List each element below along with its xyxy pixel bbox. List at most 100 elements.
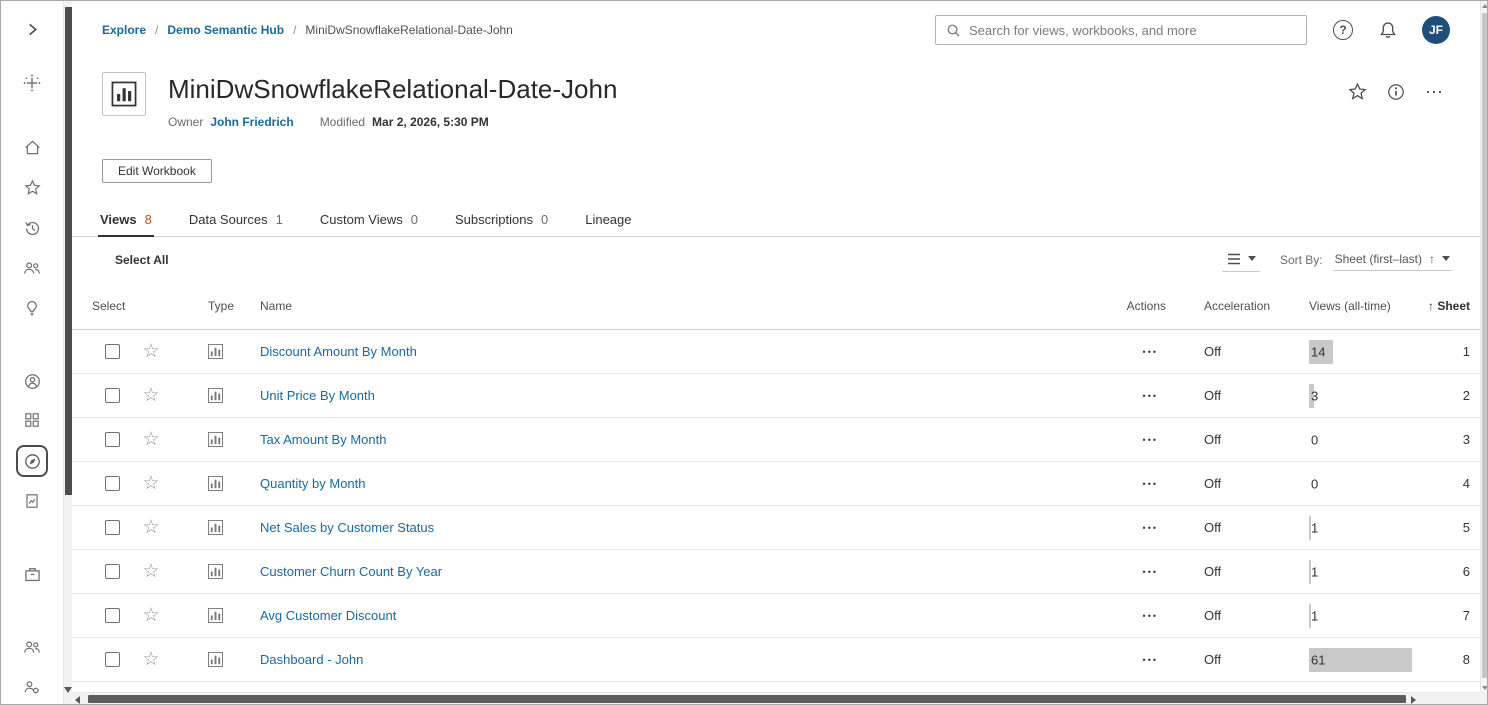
scroll-right-arrow[interactable]	[1411, 696, 1416, 704]
row-actions-button[interactable]: •••	[1143, 347, 1158, 357]
favorite-star-icon[interactable]: ☆	[126, 342, 176, 361]
view-mode-dropdown[interactable]	[1222, 248, 1260, 272]
sort-direction-arrow[interactable]: ↑	[1429, 252, 1435, 266]
view-name-link[interactable]: Discount Amount By Month	[260, 344, 417, 359]
sheet-number: 2	[1402, 388, 1480, 403]
row-checkbox[interactable]	[105, 388, 120, 403]
scroll-left-arrow[interactable]	[75, 696, 80, 704]
tab-subscriptions[interactable]: Subscriptions 0	[453, 212, 550, 236]
row-checkbox[interactable]	[105, 520, 120, 535]
acceleration-status: Off	[1172, 476, 1277, 491]
views-count-cell: 1	[1277, 550, 1402, 593]
views-count: 14	[1311, 344, 1325, 359]
views-count-cell: 61	[1277, 638, 1402, 681]
collections-icon[interactable]	[1, 406, 63, 434]
row-checkbox[interactable]	[105, 432, 120, 447]
workbook-info-icon[interactable]	[1387, 83, 1405, 101]
row-actions-button[interactable]: •••	[1143, 611, 1158, 621]
favorite-workbook-star-icon[interactable]	[1348, 82, 1367, 101]
tab-label: Lineage	[585, 212, 631, 227]
row-actions-button[interactable]: •••	[1143, 523, 1158, 533]
personal-space-icon[interactable]	[1, 367, 63, 395]
home-icon[interactable]	[1, 133, 63, 161]
projects-box-icon[interactable]	[1, 560, 63, 588]
groups-icon[interactable]	[1, 673, 63, 701]
row-actions-button[interactable]: •••	[1143, 655, 1158, 665]
recents-icon[interactable]	[1, 214, 63, 242]
row-actions-button[interactable]: •••	[1143, 391, 1158, 401]
view-name-link[interactable]: Tax Amount By Month	[260, 432, 386, 447]
search-input[interactable]	[969, 23, 1296, 38]
expand-sidebar-chevron-icon[interactable]	[1, 15, 63, 43]
sidebar-scrollbar-thumb[interactable]	[65, 7, 72, 495]
tableau-logo-icon[interactable]	[1, 69, 63, 97]
row-actions-button[interactable]: •••	[1143, 567, 1158, 577]
select-all-link[interactable]: Select All	[115, 253, 169, 267]
row-checkbox[interactable]	[105, 652, 120, 667]
owner-label: Owner	[168, 115, 203, 129]
row-actions-button[interactable]: •••	[1143, 435, 1158, 445]
view-name-link[interactable]: Dashboard - John	[260, 652, 363, 667]
view-name-link[interactable]: Avg Customer Discount	[260, 608, 396, 623]
owner-link[interactable]: John Friedrich	[210, 115, 293, 129]
row-checkbox[interactable]	[105, 476, 120, 491]
favorite-star-icon[interactable]: ☆	[126, 474, 176, 493]
row-checkbox[interactable]	[105, 344, 120, 359]
tableau-workbook-page: Explore / Demo Semantic Hub / MiniDwSnow…	[0, 0, 1488, 705]
column-header-sheet[interactable]: ↑ Sheet	[1402, 299, 1480, 313]
help-icon[interactable]: ?	[1333, 20, 1353, 40]
horizontal-scrollbar[interactable]	[72, 692, 1480, 704]
favorites-star-icon[interactable]	[1, 173, 63, 201]
view-name-link[interactable]: Quantity by Month	[260, 476, 366, 491]
table-row: ☆Dashboard - John•••Off618	[72, 638, 1480, 682]
view-name-link[interactable]: Customer Churn Count By Year	[260, 564, 442, 579]
views-count: 0	[1311, 432, 1318, 447]
recommendations-lightbulb-icon[interactable]	[1, 294, 63, 322]
favorite-star-icon[interactable]: ☆	[126, 562, 176, 581]
shared-with-me-icon[interactable]	[1, 254, 63, 282]
tab-data-sources[interactable]: Data Sources 1	[187, 212, 285, 236]
chevron-down-icon	[1248, 256, 1256, 261]
view-name-link[interactable]: Net Sales by Customer Status	[260, 520, 434, 535]
column-header-views[interactable]: Views (all-time)	[1277, 282, 1402, 329]
avatar[interactable]: JF	[1422, 16, 1450, 44]
tab-lineage[interactable]: Lineage	[583, 212, 641, 236]
tab-custom-views[interactable]: Custom Views 0	[318, 212, 420, 236]
notifications-bell-icon[interactable]	[1379, 21, 1397, 39]
tab-count: 1	[276, 212, 283, 227]
tab-views[interactable]: Views 8	[98, 212, 154, 236]
favorite-star-icon[interactable]: ☆	[126, 650, 176, 669]
favorite-star-icon[interactable]: ☆	[126, 606, 176, 625]
view-name-link[interactable]: Unit Price By Month	[260, 388, 375, 403]
favorite-star-icon[interactable]: ☆	[126, 518, 176, 537]
vertical-scrollbar[interactable]	[1480, 1, 1487, 692]
views-count: 3	[1311, 388, 1318, 403]
edit-workbook-button[interactable]: Edit Workbook	[102, 159, 212, 183]
horizontal-scrollbar-thumb[interactable]	[88, 695, 1406, 703]
explore-compass-icon[interactable]	[16, 445, 48, 477]
modified-label: Modified	[320, 115, 365, 129]
breadcrumb-project-link[interactable]: Demo Semantic Hub	[167, 23, 284, 37]
column-header-actions: Actions	[1082, 299, 1172, 313]
table-row: ☆Customer Churn Count By Year•••Off16	[72, 550, 1480, 594]
users-icon[interactable]	[1, 633, 63, 661]
global-search[interactable]	[935, 15, 1307, 45]
workbook-more-actions-button[interactable]: ⋯	[1425, 87, 1444, 97]
sidebar-scroll-down-arrow[interactable]	[64, 687, 72, 693]
scroll-down-arrow[interactable]	[1482, 686, 1488, 690]
favorite-star-icon[interactable]: ☆	[126, 430, 176, 449]
sidebar-scrollbar[interactable]	[63, 1, 72, 704]
views-count-cell: 1	[1277, 594, 1402, 637]
row-actions-button[interactable]: •••	[1143, 479, 1158, 489]
list-view-icon	[1226, 251, 1242, 267]
row-checkbox[interactable]	[105, 608, 120, 623]
favorite-star-icon[interactable]: ☆	[126, 386, 176, 405]
row-checkbox[interactable]	[105, 564, 120, 579]
external-assets-icon[interactable]	[1, 487, 63, 515]
scroll-up-arrow[interactable]	[1482, 4, 1488, 8]
breadcrumb-explore-link[interactable]: Explore	[102, 23, 146, 37]
vertical-scrollbar-thumb[interactable]	[1482, 13, 1487, 678]
workbook-actions: ⋯	[1348, 72, 1444, 101]
sort-field-dropdown[interactable]: Sheet (first–last) ↑	[1333, 249, 1452, 271]
column-header-name[interactable]: Name	[232, 299, 1082, 313]
